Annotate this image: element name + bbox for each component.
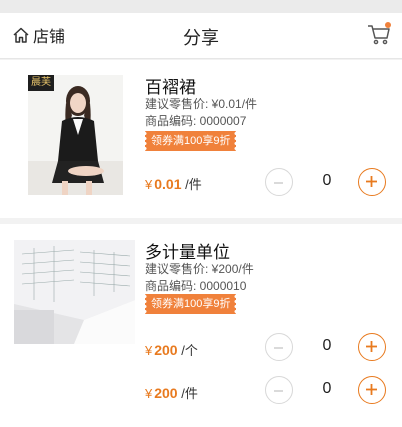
- quantity-stepper: 0: [265, 333, 389, 361]
- decrease-button[interactable]: [265, 376, 293, 404]
- minus-icon: [274, 347, 283, 349]
- increase-button[interactable]: [358, 376, 386, 404]
- price-unit: /件: [181, 386, 198, 401]
- coupon-badge: 领券满100享9折: [145, 294, 237, 314]
- suggested-price: 建议零售价: ¥200/件: [145, 262, 254, 276]
- increase-button[interactable]: [358, 333, 386, 361]
- price-amount: 0.01: [154, 176, 182, 192]
- coupon-badge: 领券满100享9折: [145, 131, 237, 151]
- plus-icon: [366, 341, 377, 352]
- cart-icon[interactable]: [366, 21, 392, 47]
- minus-icon: [274, 390, 283, 392]
- price-amount: 200: [154, 342, 178, 358]
- currency-symbol: ¥: [145, 177, 153, 192]
- quantity-value[interactable]: 0: [301, 337, 353, 355]
- price-unit: /件: [185, 177, 202, 192]
- plus-icon: [366, 176, 377, 187]
- status-bar: [0, 0, 402, 13]
- quantity-stepper: 0: [265, 168, 389, 196]
- suggested-price: 建议零售价: ¥0.01/件: [145, 97, 258, 111]
- increase-button[interactable]: [358, 168, 386, 196]
- product-card[interactable]: 多计量单位 建议零售价: ¥200/件 商品编码: 0000010 领券满100…: [0, 224, 402, 427]
- product-card[interactable]: 晨芙 百褶裙 建议零售价: ¥0.01/件 商品编码: 0000007 领券满1…: [0, 60, 402, 218]
- quantity-value[interactable]: 0: [301, 380, 353, 398]
- product-image[interactable]: 晨芙: [28, 75, 123, 195]
- product-image[interactable]: [14, 240, 135, 344]
- currency-symbol: ¥: [145, 386, 153, 401]
- quantity-value[interactable]: 0: [301, 172, 353, 190]
- price-unit: /个: [181, 343, 198, 358]
- decrease-button[interactable]: [265, 168, 293, 196]
- plus-icon: [366, 384, 377, 395]
- quantity-stepper: 0: [265, 376, 389, 404]
- price-amount: 200: [154, 385, 178, 401]
- page-title: 分享: [183, 28, 219, 48]
- sku-price: ¥200 /件: [145, 383, 198, 402]
- minus-icon: [274, 182, 283, 184]
- product-code: 商品编码: 0000010: [145, 279, 247, 293]
- sku-price: ¥200 /个: [145, 340, 198, 359]
- brand-logo-tag: 晨芙: [28, 75, 54, 91]
- header-bar: 店铺 分享: [0, 13, 402, 59]
- sku-price: ¥0.01 /件: [145, 174, 202, 193]
- product-code: 商品编码: 0000007: [145, 114, 247, 128]
- currency-symbol: ¥: [145, 343, 153, 358]
- decrease-button[interactable]: [265, 333, 293, 361]
